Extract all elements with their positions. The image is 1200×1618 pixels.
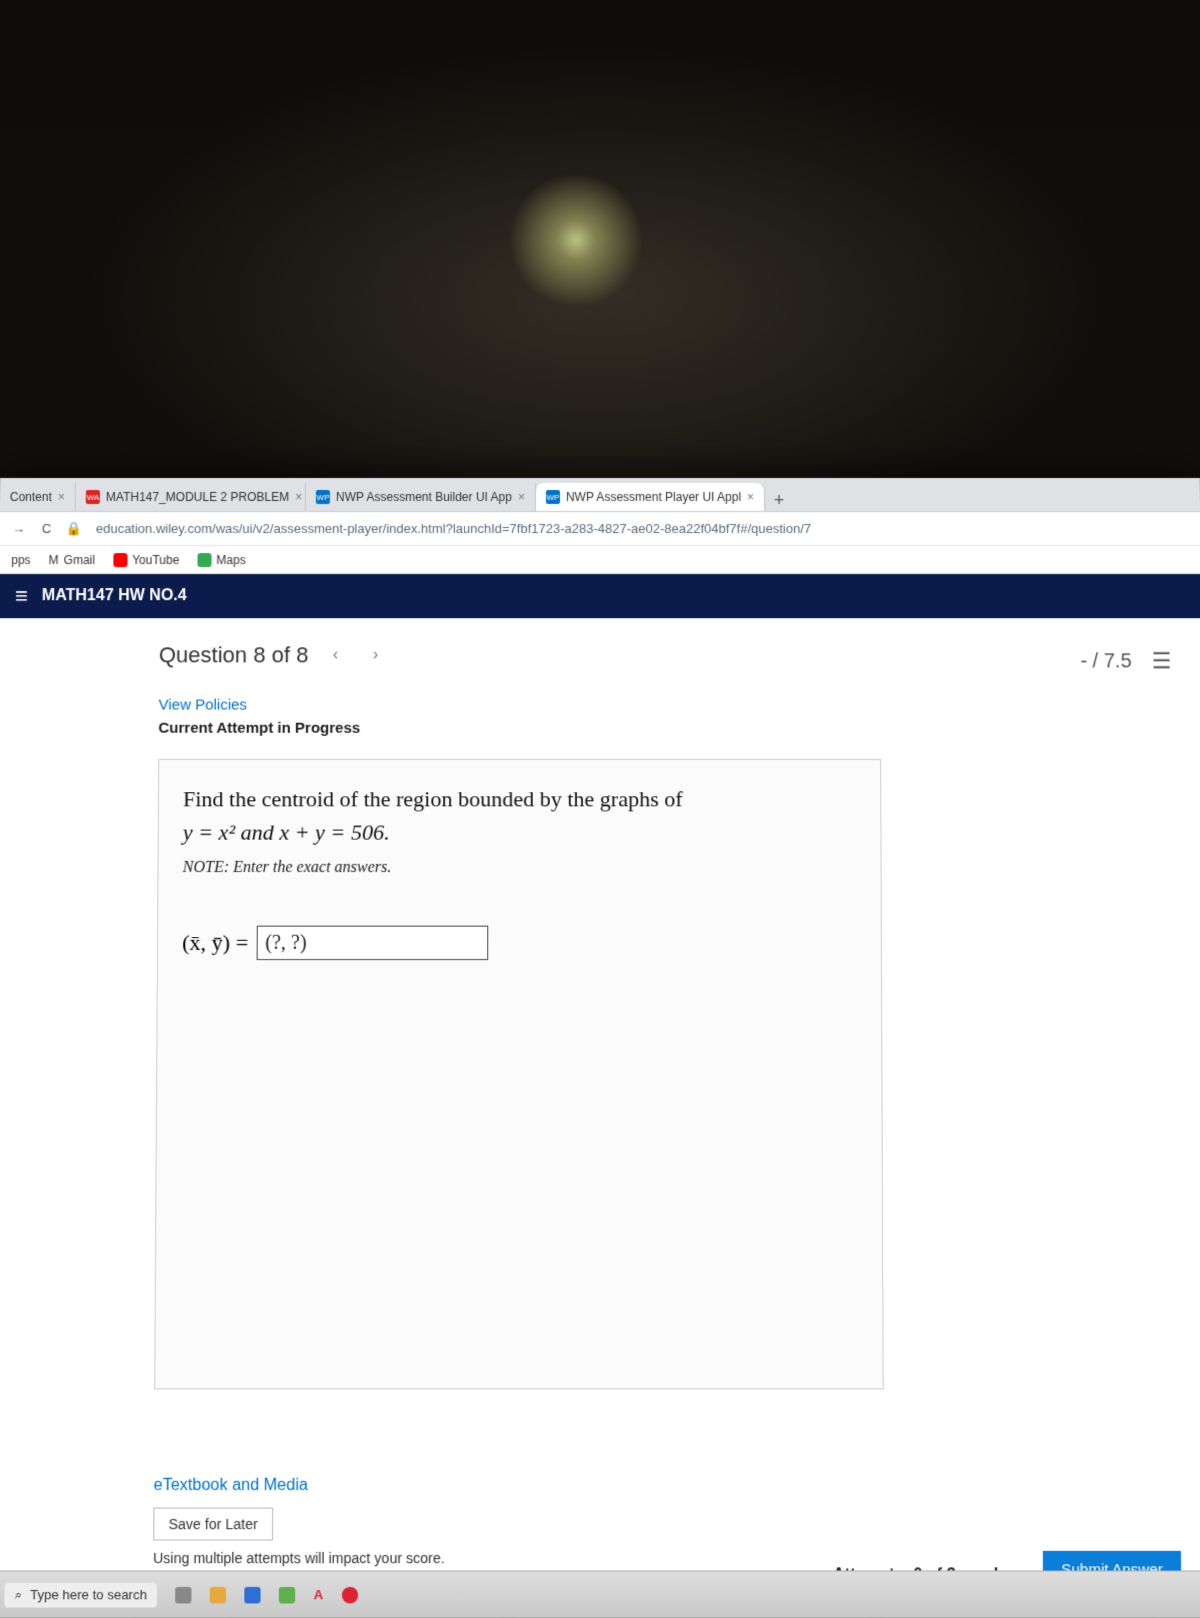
answer-line: (x̄, ȳ) = xyxy=(182,926,857,960)
save-for-later-button[interactable]: Save for Later xyxy=(153,1507,273,1540)
prompt-line2: y = x² and x + y = 506. xyxy=(183,819,390,844)
answer-input[interactable] xyxy=(256,926,488,960)
lock-icon: 🔒 xyxy=(66,521,82,537)
impact-line1: Using multiple attempts will impact your… xyxy=(153,1550,445,1566)
score-value: - / 7.5 xyxy=(1080,650,1131,673)
tab-strip: Content × WA MATH147_MODULE 2 PROBLEM × … xyxy=(0,478,1200,512)
youtube-icon xyxy=(113,553,127,567)
menu-icon[interactable]: ≡ xyxy=(15,585,28,607)
taskbar-search[interactable]: ⌕ Type here to search xyxy=(4,1582,157,1607)
prev-question-button[interactable]: ‹ xyxy=(322,642,348,668)
bookmark-label: YouTube xyxy=(132,553,179,567)
round-icon[interactable] xyxy=(341,1586,357,1603)
ambient-background xyxy=(0,0,1200,480)
question-list-icon[interactable]: ☰ xyxy=(1152,648,1172,674)
tab-nwp-player[interactable]: WP NWP Assessment Player UI Appl × xyxy=(536,483,765,511)
favicon-icon: WP xyxy=(546,490,560,504)
close-icon[interactable]: × xyxy=(747,490,754,504)
app-title-bar: ≡ MATH147 HW NO.4 xyxy=(0,574,1200,618)
favicon-icon: WP xyxy=(316,490,330,504)
score-display: - / 7.5 ☰ xyxy=(1080,648,1171,674)
favicon-icon: WA xyxy=(86,490,100,504)
prompt-line1: Find the centroid of the region bounded … xyxy=(183,786,683,811)
tab-math147-module2[interactable]: WA MATH147_MODULE 2 PROBLEM × xyxy=(76,483,306,511)
explorer-icon[interactable] xyxy=(210,1586,226,1603)
gmail-prefix: M xyxy=(49,553,59,567)
tab-label: NWP Assessment Player UI Appl xyxy=(566,490,741,504)
tab-label: MATH147_MODULE 2 PROBLEM xyxy=(106,490,289,504)
tab-label: Content xyxy=(10,490,52,504)
bookmark-label: Maps xyxy=(216,553,245,567)
bookmarks-prefix: pps xyxy=(11,553,31,567)
etextbook-link[interactable]: eTextbook and Media xyxy=(153,1477,1180,1496)
search-placeholder: Type here to search xyxy=(30,1587,147,1602)
nav-forward-icon[interactable]: → xyxy=(9,519,27,537)
question-header: Question 8 of 8 ‹ › xyxy=(159,642,1174,674)
close-icon[interactable]: × xyxy=(295,490,302,504)
attempt-status: Current Attempt in Progress xyxy=(158,720,1174,737)
question-heading: Question 8 of 8 xyxy=(159,642,309,668)
question-card: Find the centroid of the region bounded … xyxy=(154,759,884,1389)
url-text[interactable]: education.wiley.com/was/ui/v2/assessment… xyxy=(96,521,1191,536)
tab-content[interactable]: Content × xyxy=(0,483,76,511)
answer-lhs: (x̄, ȳ) = xyxy=(182,930,248,956)
address-bar: → C 🔒 education.wiley.com/was/ui/v2/asse… xyxy=(0,512,1200,546)
tab-nwp-builder[interactable]: WP NWP Assessment Builder UI App × xyxy=(306,483,536,511)
close-icon[interactable]: × xyxy=(518,490,525,504)
bookmark-gmail[interactable]: M Gmail xyxy=(49,553,96,567)
question-prompt: Find the centroid of the region bounded … xyxy=(183,782,857,849)
next-question-button[interactable]: › xyxy=(363,642,389,668)
windows-taskbar: ⌕ Type here to search A xyxy=(0,1570,1200,1617)
content-area: - / 7.5 ☰ Question 8 of 8 ‹ › View Polic… xyxy=(0,618,1200,1618)
question-note: NOTE: Enter the exact answers. xyxy=(183,859,857,877)
bookmarks-bar: pps M Gmail YouTube Maps xyxy=(0,546,1200,574)
bookmark-label: Gmail xyxy=(64,553,95,567)
reload-icon[interactable]: C xyxy=(38,519,56,537)
close-icon[interactable]: × xyxy=(58,490,65,504)
assignment-title: MATH147 HW NO.4 xyxy=(42,587,187,605)
bookmark-maps[interactable]: Maps xyxy=(197,553,245,567)
bookmark-youtube[interactable]: YouTube xyxy=(113,553,179,567)
a-icon[interactable]: A xyxy=(314,1587,324,1602)
mail-icon[interactable] xyxy=(244,1586,260,1603)
maps-icon xyxy=(197,553,211,567)
browser-icon[interactable] xyxy=(279,1586,295,1603)
browser-window: Content × WA MATH147_MODULE 2 PROBLEM × … xyxy=(0,478,1200,1618)
new-tab-button[interactable]: + xyxy=(765,490,793,511)
taskview-icon[interactable] xyxy=(175,1586,191,1603)
search-icon: ⌕ xyxy=(15,1586,23,1603)
tab-label: NWP Assessment Builder UI App xyxy=(336,490,512,504)
view-policies-link[interactable]: View Policies xyxy=(158,697,1173,714)
